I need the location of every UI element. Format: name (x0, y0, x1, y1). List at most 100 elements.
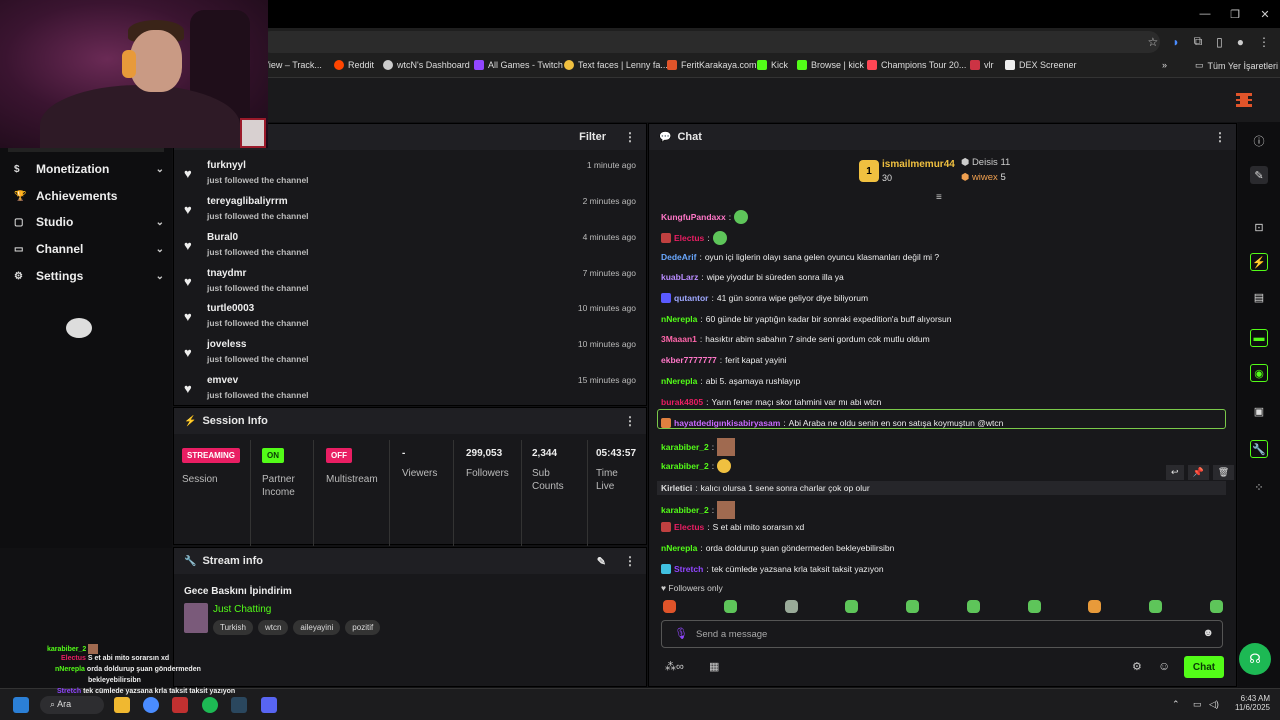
microphone-icon[interactable]: 🎙 (674, 627, 688, 640)
emote-icon[interactable] (723, 600, 737, 613)
chat-message[interactable]: karabiber_2: (661, 438, 736, 456)
chat-username[interactable]: Stretch (674, 564, 703, 574)
chat-username[interactable]: nNerepla (661, 314, 697, 324)
emote-icon[interactable] (845, 600, 859, 613)
chat-username[interactable]: karabiber_2 (661, 461, 709, 471)
reply-icon[interactable]: ↩ (1166, 465, 1184, 480)
sidebar-item-monetization[interactable]: $ Monetization ⌄ (14, 159, 164, 179)
chat-username[interactable]: KungfuPandaxx (661, 212, 726, 222)
emote-icon[interactable] (966, 600, 980, 613)
third-gifter[interactable]: ⬢ wiwex 5 (961, 172, 1006, 183)
chat-username[interactable]: ekber7777777 (661, 355, 717, 365)
stream-tag[interactable]: pozitif (345, 620, 381, 635)
spotify-icon[interactable] (202, 697, 218, 713)
bookmark-item[interactable]: vlr (970, 60, 994, 70)
emote-menu-icon[interactable]: ☺ (1158, 659, 1170, 673)
chat-message[interactable]: qutantor:41 gün sonra wipe geliyor diye … (661, 293, 868, 303)
top-gifter-name[interactable]: ismailmemur44 (882, 159, 955, 170)
bookmark-item[interactable]: Reddit (334, 60, 374, 70)
chat-username[interactable]: Electus (674, 522, 704, 532)
bookmark-item[interactable]: All Games - Twitch (474, 60, 563, 70)
more-options-icon[interactable]: ⋮ (624, 414, 636, 428)
expand-leaderboard-icon[interactable]: ≡ (936, 192, 942, 203)
chat-input[interactable]: 🎙 Send a message ☻ (661, 620, 1223, 648)
chat-message[interactable]: burak4805: Yarın fener maçı skor tahmini … (661, 397, 881, 407)
edit-icon[interactable]: ✎ (1250, 166, 1268, 184)
follower-name[interactable]: turtle0003 (207, 303, 254, 314)
store-icon[interactable]: ▦ (709, 660, 719, 673)
extension-icon[interactable]: ◗ (1172, 35, 1179, 49)
bookmark-item[interactable]: wtcN's Dashboard (383, 60, 470, 70)
send-chat-button[interactable]: Chat (1184, 656, 1224, 678)
chat-message[interactable]: karabiber_2: (661, 459, 732, 473)
minimize-icon[interactable]: — (1190, 0, 1220, 28)
edit-icon[interactable]: ✎ (597, 555, 606, 568)
chat-message[interactable]: nNerepla:60 günde bir yaptığın kadar bir… (661, 314, 952, 324)
more-options-icon[interactable]: ⋮ (624, 130, 636, 144)
puzzle-icon[interactable]: ⧉ (1194, 34, 1203, 49)
sidebar-item-settings[interactable]: ⚙ Settings ⌄ (14, 266, 164, 286)
chat-message[interactable]: nNerepla: abi 5. aşamaya rushlayıp (661, 376, 800, 386)
discord-icon[interactable] (261, 697, 277, 713)
pin-icon[interactable]: 📌 (1187, 465, 1209, 480)
chat-username[interactable]: karabiber_2 (661, 442, 709, 452)
bookmarks-overflow-icon[interactable]: » (1162, 60, 1167, 70)
maximize-icon[interactable]: ❐ (1220, 0, 1250, 28)
emoji-picker-icon[interactable]: ☻ (1202, 627, 1214, 639)
lightning-icon[interactable]: ⚡ (1250, 253, 1268, 271)
follower-name[interactable]: Bural0 (207, 232, 238, 243)
bookmark-item[interactable]: Champions Tour 20... (867, 60, 966, 70)
file-explorer-icon[interactable] (114, 697, 130, 713)
game-icon[interactable]: ⁘ (1250, 478, 1268, 496)
follower-name[interactable]: tereyaglibaliyrrm (207, 196, 288, 207)
emote-icon[interactable] (1209, 600, 1223, 613)
stream-tag[interactable]: aileyayini (293, 620, 341, 635)
network-icon[interactable]: ▭ (1193, 699, 1202, 710)
stack-icon[interactable]: ▣ (1250, 402, 1268, 420)
chat-message[interactable]: Electus: (661, 231, 727, 245)
chat-message[interactable]: Electus: S et abi mito sorarsın xd (661, 522, 804, 532)
menu-icon[interactable]: ⋮ (1258, 35, 1270, 49)
chat-message[interactable]: KungfuPandaxx: (661, 210, 749, 224)
chrome-icon[interactable] (143, 697, 159, 713)
bookmark-item[interactable]: FeritKarakaya.com (667, 60, 757, 70)
help-support-icon[interactable]: ☊ (1239, 643, 1271, 675)
bookmark-item[interactable]: Browse | kick (797, 60, 864, 70)
emote-icon[interactable] (906, 600, 920, 613)
more-options-icon[interactable]: ⋮ (1214, 130, 1226, 144)
bookmark-item[interactable]: DEX Screener (1005, 60, 1077, 70)
chat-username[interactable]: kuabLarz (661, 272, 698, 282)
profile-avatar[interactable]: ● (1237, 35, 1244, 49)
chat-username[interactable]: qutantor (674, 293, 708, 303)
more-options-icon[interactable]: ⋮ (624, 554, 636, 568)
document-icon[interactable]: ▤ (1250, 288, 1268, 306)
emote-icon[interactable] (1088, 600, 1102, 613)
chat-message[interactable]: 3Maaan1: hasıktır abim sabahın 7 sinde se… (661, 334, 930, 344)
chat-message[interactable]: nNerepla: orda doldurup şuan göndermeden … (661, 543, 894, 553)
chat-message[interactable]: ekber7777777: ferit kapat yayini (661, 355, 787, 365)
follower-name[interactable]: joveless (207, 339, 246, 350)
clock[interactable]: 6:43 AM 11/6/2025 (1230, 694, 1270, 712)
chat-bubble-icon[interactable]: ▬ (1250, 329, 1268, 347)
stream-tag[interactable]: Turkish (213, 620, 253, 635)
second-gifter[interactable]: ⬢ Deisis 11 (961, 157, 1010, 168)
bookmark-item[interactable]: Kick (757, 60, 788, 70)
sidepanel-icon[interactable]: ▯ (1216, 35, 1223, 49)
windows-start-icon[interactable] (13, 697, 29, 713)
filter-button[interactable]: Filter (579, 131, 606, 143)
category-thumbnail[interactable] (184, 603, 208, 633)
address-field[interactable] (260, 31, 1160, 53)
volume-icon[interactable]: ◁) (1209, 699, 1219, 710)
chat-username[interactable]: karabiber_2 (661, 505, 709, 515)
chat-username[interactable]: burak4805 (661, 397, 703, 407)
steam-icon[interactable] (231, 697, 247, 713)
chat-message[interactable]: karabiber_2: (661, 501, 736, 519)
points-icon[interactable]: ⁂∞ (665, 660, 684, 673)
close-icon[interactable]: ✕ (1250, 0, 1280, 28)
follower-name[interactable]: tnaydmr (207, 268, 246, 279)
follower-name[interactable]: emvev (207, 375, 238, 386)
chat-username[interactable]: 3Maaan1 (661, 334, 697, 344)
chat-message[interactable]: Stretch: tek cümlede yazsana krla taksit … (661, 564, 884, 574)
taskbar-search[interactable]: ⌕ Ara (40, 696, 104, 714)
chat-username[interactable]: Kirletici (661, 483, 692, 493)
